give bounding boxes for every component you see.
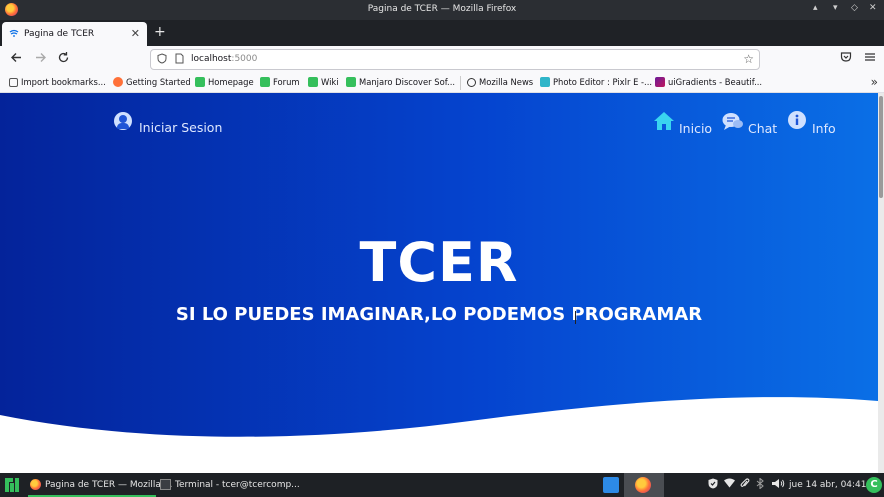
back-button[interactable] [10,51,23,69]
hero-wave [0,397,878,473]
bookmark-item[interactable]: Homepage [195,77,254,87]
url-port: :5000 [231,54,258,64]
manjaro-icon [260,77,270,87]
bookmark-item[interactable]: Manjaro Discover Sof... [346,77,455,87]
reload-button[interactable] [57,51,70,69]
workspace-pager[interactable] [624,473,664,497]
arrow-right-icon [36,53,46,62]
desktop-icon[interactable] [603,477,619,493]
manjaro-icon [195,77,205,87]
globe-icon [467,78,476,87]
text-cursor-icon [575,311,577,324]
user-avatar-icon [114,112,132,130]
taskbar-item-label: Pagina de TCER — Mozilla ... [45,480,173,490]
bluetooth-icon[interactable] [756,477,764,492]
bookmarks-toolbar: Import bookmarks... Getting Started Home… [0,73,884,93]
bookmark-separator [460,76,461,90]
window-restore-icon[interactable]: ▾ [833,3,838,13]
taskbar-item-firefox[interactable]: Pagina de TCER — Mozilla ... [28,473,172,497]
firefox-icon [635,477,651,493]
firefox-icon [30,479,41,490]
bookmark-label: uiGradients - Beautif... [668,77,763,87]
info-icon [788,111,806,129]
window-title: Pagina de TCER — Mozilla Firefox [367,4,517,14]
volume-icon[interactable] [771,478,785,492]
manjaro-menu-icon[interactable] [4,477,20,493]
url-text[interactable]: localhost:5000 [191,54,257,64]
bookmark-item[interactable]: Getting Started [113,77,191,87]
uigradients-icon [655,77,665,87]
bookmark-label: Mozilla News [479,77,534,87]
wifi-icon[interactable] [724,478,735,491]
nav-chat-label: Chat [748,121,778,136]
bookmarks-overflow-icon[interactable]: » [871,75,878,89]
page-viewport: Iniciar Sesion Inicio Chat Info TCER SI … [0,93,878,473]
bookmark-label: Manjaro Discover Sof... [359,77,456,87]
url-bar[interactable]: localhost:5000 ☆ [150,49,760,70]
taskbar-clock[interactable]: jue 14 abr, 04:41 [789,480,867,490]
window-titlebar: Pagina de TCER — Mozilla Firefox ▴ ▾ ◇ ✕ [0,0,884,20]
reload-icon [58,52,69,63]
paperclip-icon[interactable] [740,478,750,492]
arrow-left-icon [11,53,21,62]
bookmark-item[interactable]: Forum [260,77,300,87]
firefox-icon [113,77,123,87]
login-label: Iniciar Sesion [139,120,223,135]
taskbar-item-terminal[interactable]: Terminal - tcer@tcercomp... [158,473,300,497]
bookmark-item[interactable]: Import bookmarks... [9,77,106,87]
bookmark-label: Import bookmarks... [21,77,106,87]
navigation-toolbar: localhost:5000 ☆ [0,46,884,73]
import-icon [9,78,18,87]
forward-button[interactable] [34,51,47,69]
menu-hamburger-icon[interactable] [864,51,876,68]
bookmark-label: Photo Editor : Pixlr E -... [553,77,653,87]
tab-close-icon[interactable]: ✕ [131,27,140,40]
tab-label: Pagina de TCER [24,29,95,39]
window-close-icon[interactable]: ✕ [869,3,877,13]
tab-strip: Pagina de TCER ✕ + [0,20,884,46]
window-maximize-icon[interactable]: ◇ [851,3,858,13]
pixlr-icon [540,77,550,87]
terminal-icon [160,479,171,490]
nav-info-label: Info [812,121,836,136]
bookmark-label: Forum [273,77,300,87]
page-favicon-icon [9,29,19,37]
tracking-shield-icon[interactable] [157,53,167,67]
hero-subtitle: SI LO PUEDES IMAGINAR,LO PODEMOS PROGRAM… [175,304,703,325]
taskbar: Pagina de TCER — Mozilla ... Terminal - … [0,473,884,497]
manjaro-icon [308,77,318,87]
update-notifier-icon[interactable]: C [866,477,882,493]
bookmark-item[interactable]: Wiki [308,77,339,87]
home-icon [654,112,674,130]
nav-inicio-label: Inicio [679,121,713,136]
new-tab-button[interactable]: + [154,24,166,40]
url-host: localhost [191,54,232,64]
bookmark-item[interactable]: Mozilla News [467,77,533,87]
pocket-icon[interactable] [840,51,852,68]
window-minimize-icon[interactable]: ▴ [813,3,818,13]
bookmark-label: Wiki [321,77,339,87]
shield-icon[interactable] [708,478,718,492]
manjaro-icon [346,77,356,87]
hero-title: TCER [359,231,519,294]
scrollbar-thumb[interactable] [879,96,883,198]
page-info-icon[interactable] [175,53,184,67]
bookmark-item[interactable]: uiGradients - Beautif... [655,77,762,87]
bookmark-star-icon[interactable]: ☆ [743,52,754,66]
bookmark-item[interactable]: Photo Editor : Pixlr E -... [540,77,652,87]
taskbar-item-label: Terminal - tcer@tcercomp... [175,480,300,490]
tab-pagina-de-tcer[interactable]: Pagina de TCER ✕ [2,22,147,46]
bookmark-label: Homepage [208,77,254,87]
chat-icon [722,113,743,130]
page-scrollbar[interactable] [878,93,884,473]
bookmark-label: Getting Started [126,77,191,87]
